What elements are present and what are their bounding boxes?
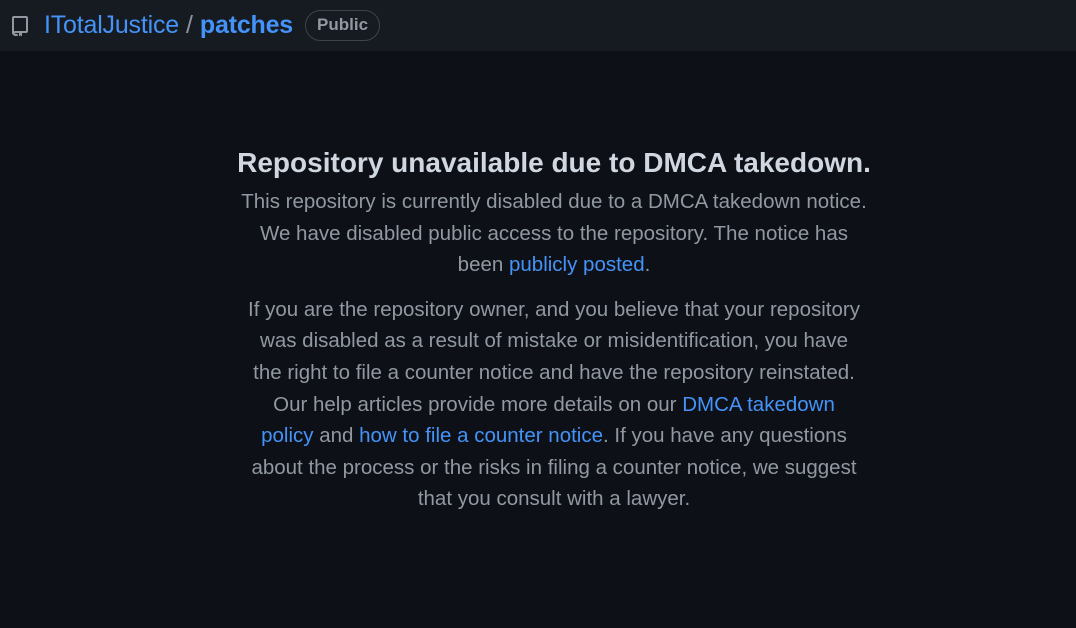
repo-owner-link[interactable]: ITotalJustice <box>44 11 179 40</box>
notice-paragraph-2: If you are the repository owner, and you… <box>236 294 872 515</box>
dmca-notice: Repository unavailable due to DMCA taked… <box>236 140 872 515</box>
main-content: Repository unavailable due to DMCA taked… <box>0 51 1076 628</box>
repo-icon <box>10 15 30 37</box>
notice-p2-text-b: and <box>313 424 360 448</box>
counter-notice-link[interactable]: how to file a counter notice <box>359 424 603 447</box>
notice-paragraph-1: This repository is currently disabled du… <box>236 186 872 281</box>
visibility-badge: Public <box>305 10 381 41</box>
notice-p1-end: . <box>644 253 651 277</box>
path-separator: / <box>185 11 193 39</box>
repo-header: ITotalJustice / patches Public <box>0 0 1076 51</box>
publicly-posted-link[interactable]: publicly posted <box>509 253 645 276</box>
repo-name-link[interactable]: patches <box>200 11 293 40</box>
notice-title: Repository unavailable due to DMCA taked… <box>237 147 871 178</box>
